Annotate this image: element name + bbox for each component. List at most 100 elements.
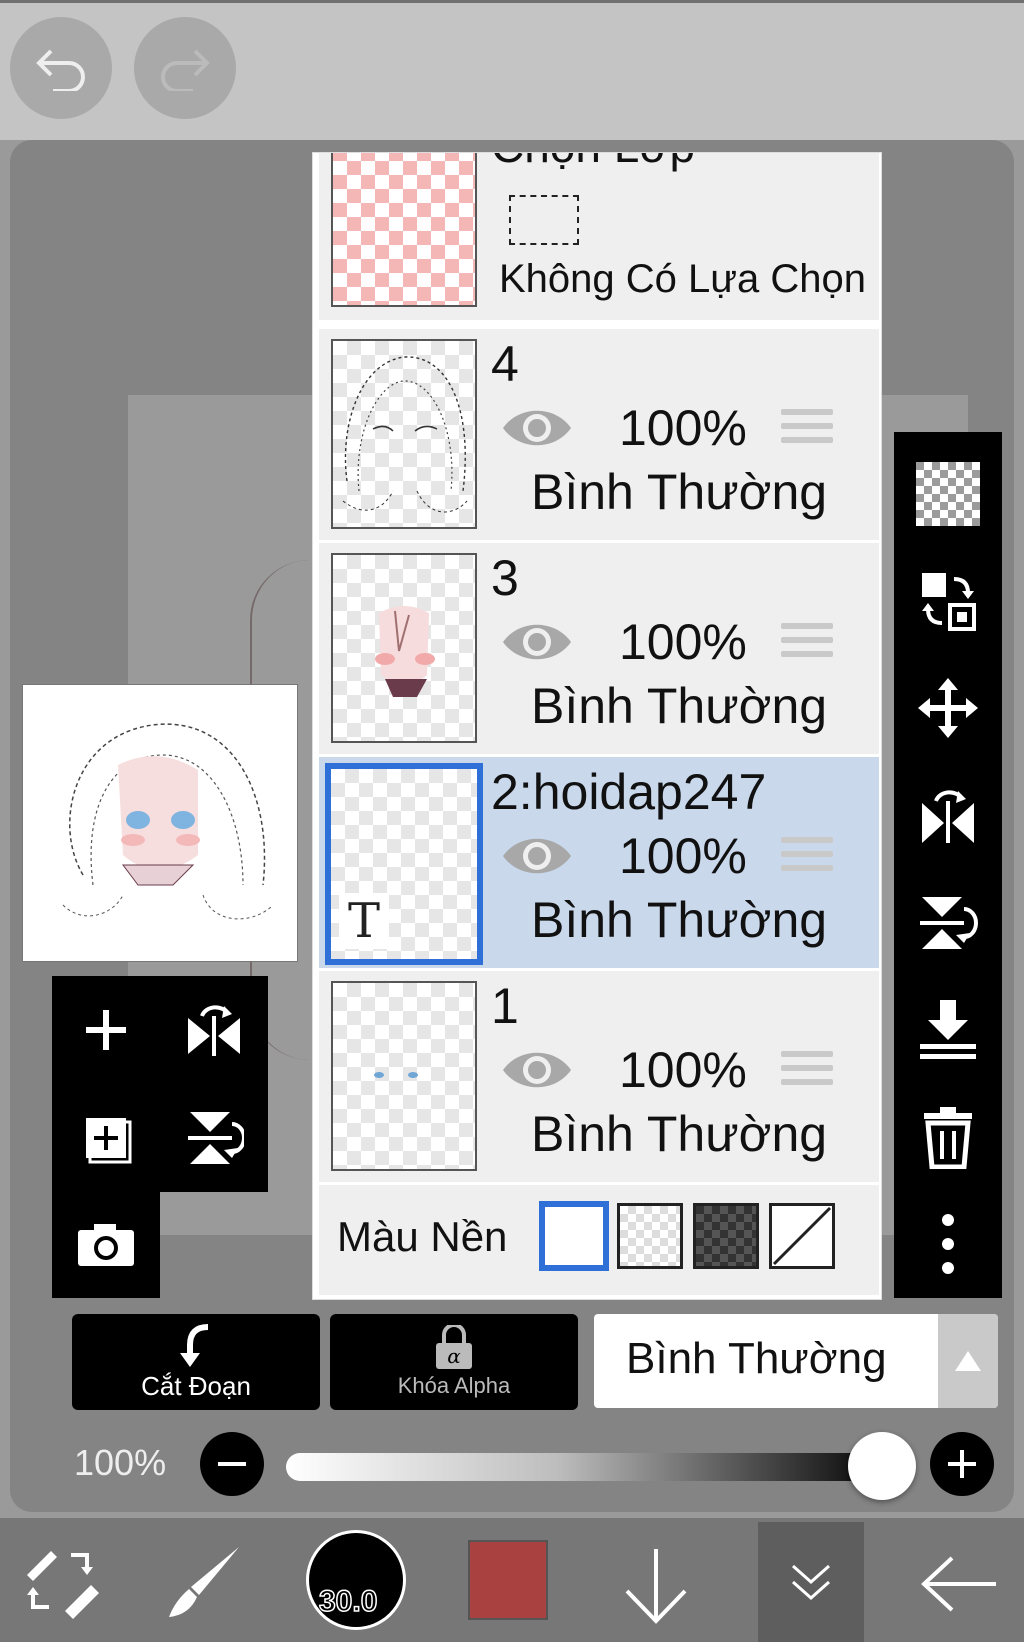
opacity-increase-button[interactable] (930, 1432, 994, 1496)
layer-blend-mode: Bình Thường (531, 1106, 828, 1162)
background-none-swatch[interactable] (769, 1203, 835, 1269)
background-white-swatch[interactable] (539, 1201, 609, 1271)
text-layer-icon: T (339, 893, 389, 949)
selection-layer-status: Không Có Lựa Chọn (499, 257, 867, 301)
flip-vertical-button[interactable] (160, 1084, 268, 1192)
layer-thumbnail (331, 339, 477, 529)
opacity-slider-track[interactable] (286, 1453, 890, 1481)
flip-vertical-layer-button[interactable] (894, 869, 1002, 976)
canvas-preview-thumbnail[interactable] (22, 684, 298, 962)
more-options-button[interactable] (894, 1191, 1002, 1298)
brush-size-value: 30.0 (318, 1584, 378, 1619)
flip-horizontal-button[interactable] (160, 976, 268, 1084)
alpha-lock-button[interactable]: α Khóa Alpha (330, 1314, 578, 1410)
merge-down-button[interactable] (894, 976, 1002, 1083)
drag-handle-icon[interactable] (781, 837, 833, 879)
background-transparent-dark-swatch[interactable] (693, 1203, 759, 1269)
transparency-button[interactable] (894, 440, 1002, 547)
visibility-eye-icon[interactable] (501, 617, 573, 667)
tool-switch-button[interactable] (16, 1536, 106, 1626)
background-color-row: Màu Nền (319, 1185, 879, 1295)
layer-down-button[interactable] (616, 1540, 696, 1630)
layer-blend-mode: Bình Thường (531, 892, 828, 948)
blend-mode-dropdown-button[interactable] (938, 1314, 998, 1408)
left-tool-panel-lower (52, 1190, 160, 1298)
add-layer-copy-icon (86, 1118, 132, 1164)
layer-opacity: 100% (619, 1042, 747, 1098)
flip-vertical-icon (920, 896, 978, 949)
selection-marquee-icon (509, 195, 579, 245)
top-toolbar (0, 0, 1024, 140)
drag-handle-icon[interactable] (781, 409, 833, 451)
layer-thumbnail-selected: T (325, 763, 483, 965)
more-vertical-icon (942, 1214, 954, 1275)
merge-down-icon (920, 999, 976, 1059)
layer-row-1[interactable]: 1 100% Bình Thường (319, 971, 879, 1185)
visibility-eye-icon[interactable] (501, 831, 573, 881)
background-transparent-light-swatch[interactable] (617, 1203, 683, 1269)
layer-row-4[interactable]: 4 100% Bình Thường (319, 329, 879, 543)
flip-horizontal-layer-button[interactable] (894, 762, 1002, 869)
layer-thumbnail (331, 553, 477, 743)
clipping-button[interactable]: Cắt Đoạn (72, 1314, 320, 1410)
arrow-down-icon (625, 1549, 687, 1624)
triangle-up-icon (955, 1351, 981, 1371)
bottom-toolbar: 30.0 (0, 1518, 1024, 1642)
add-layer-button[interactable] (52, 976, 160, 1084)
clipping-label: Cắt Đoạn (141, 1370, 251, 1401)
undo-icon (36, 49, 85, 91)
left-tool-panel (52, 976, 268, 1192)
layer-name: 1 (491, 978, 519, 1034)
redo-button[interactable] (134, 17, 236, 119)
selection-layer-title: Chọn Lớp (491, 153, 695, 173)
selection-layer-thumbnail (331, 153, 477, 307)
opacity-value: 100% (74, 1442, 167, 1483)
opacity-slider-thumb[interactable] (848, 1432, 916, 1500)
undo-button[interactable] (10, 17, 112, 119)
background-color-label: Màu Nền (337, 1213, 508, 1260)
move-button[interactable] (894, 655, 1002, 762)
plus-icon (948, 1450, 976, 1478)
arrow-left-icon (921, 1556, 996, 1612)
alpha-lock-label: Khóa Alpha (397, 1373, 511, 1398)
right-tool-panel (894, 432, 1002, 1298)
layer-opacity: 100% (619, 614, 747, 670)
selection-layer-row[interactable]: Chọn Lớp Không Có Lựa Chọn (319, 153, 879, 323)
swap-layer-icon (922, 572, 976, 631)
brush-size-button[interactable]: 30.0 (306, 1530, 406, 1630)
flip-horizontal-icon (188, 1005, 240, 1056)
flip-vertical-icon (188, 1112, 244, 1164)
visibility-eye-icon[interactable] (501, 403, 573, 453)
camera-button[interactable] (52, 1190, 160, 1298)
camera-icon (78, 1224, 134, 1266)
move-arrows-icon (918, 678, 978, 739)
clip-arrow-icon (180, 1323, 209, 1367)
brush-eraser-swap-icon (27, 1551, 99, 1619)
plus-icon (86, 1010, 126, 1050)
opacity-decrease-button[interactable] (200, 1432, 264, 1496)
drag-handle-icon[interactable] (781, 623, 833, 665)
back-button[interactable] (912, 1544, 1004, 1624)
checkerboard-icon (916, 461, 980, 526)
blend-mode-value: Bình Thường (626, 1334, 887, 1383)
svg-text:α: α (447, 1344, 461, 1368)
lock-alpha-icon: α (436, 1325, 472, 1369)
drag-handle-icon[interactable] (781, 1051, 833, 1093)
flip-horizontal-icon (922, 790, 974, 844)
visibility-eye-icon[interactable] (501, 1045, 573, 1095)
layer-name: 4 (491, 336, 519, 392)
delete-layer-button[interactable] (894, 1084, 1002, 1191)
layer-opacity: 100% (619, 828, 747, 884)
add-layer-copy-button[interactable] (52, 1084, 160, 1192)
layer-row-2-selected[interactable]: T 2:hoidap247 100% Bình Thường (319, 757, 879, 971)
layer-thumbnail (331, 981, 477, 1171)
layer-row-3[interactable]: 3 100% Bình Thường (319, 543, 879, 757)
collapse-panel-button[interactable] (758, 1522, 864, 1642)
color-picker-button[interactable] (468, 1540, 548, 1620)
diagonal-slash-icon (772, 1206, 832, 1266)
artwork-preview (62, 723, 274, 920)
brush-icon (169, 1547, 239, 1617)
swap-layer-button[interactable] (894, 547, 1002, 654)
brush-tool-button[interactable] (160, 1536, 250, 1626)
minus-icon (218, 1462, 246, 1466)
